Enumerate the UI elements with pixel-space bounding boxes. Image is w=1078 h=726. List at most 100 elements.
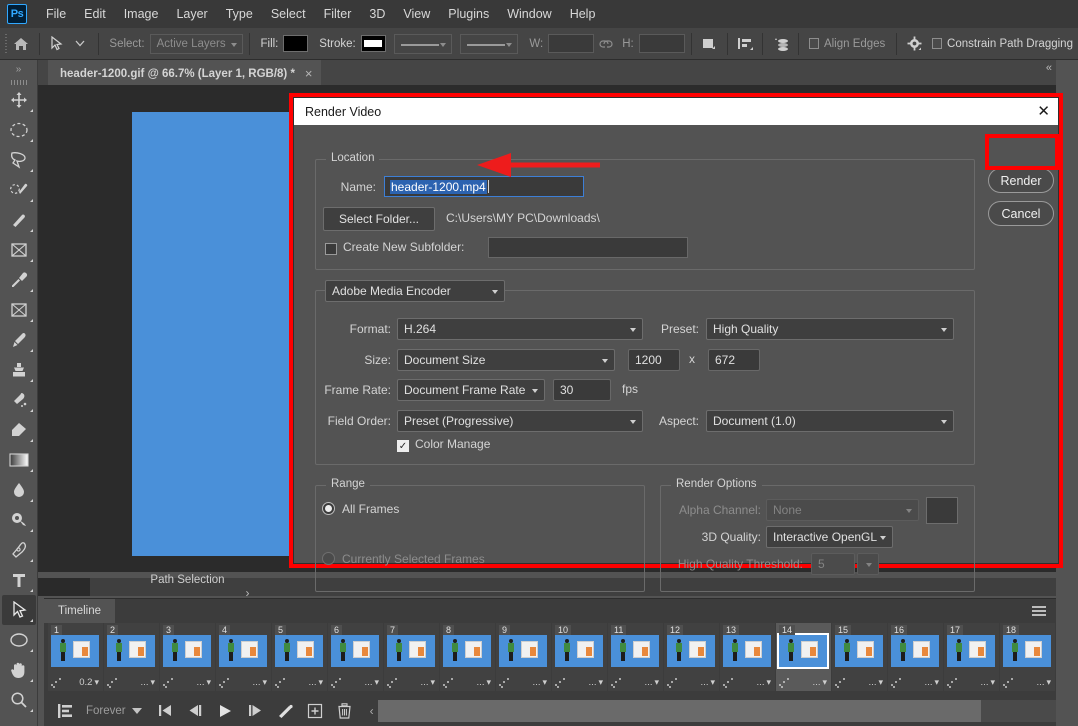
frame-thumbnail[interactable]	[51, 635, 99, 667]
frame-thumbnail[interactable]	[947, 635, 995, 667]
blur-droplet-icon[interactable]	[2, 475, 36, 505]
timeline-frame[interactable]: 16...▾	[888, 623, 943, 691]
loop-option-value[interactable]: Forever	[80, 705, 132, 717]
tab-timeline[interactable]: Timeline	[44, 599, 115, 623]
frame-delay[interactable]: ...▾	[197, 677, 211, 688]
close-icon[interactable]: ✕	[1037, 104, 1050, 119]
history-brush-icon[interactable]	[2, 385, 36, 415]
menu-image[interactable]: Image	[115, 3, 168, 25]
move-tool[interactable]	[2, 85, 36, 115]
brush-icon[interactable]	[2, 325, 36, 355]
frame-thumbnail[interactable]	[1003, 635, 1051, 667]
chevron-down-icon[interactable]: ▾	[822, 677, 827, 688]
path-arrangement-icon[interactable]	[769, 32, 792, 56]
elliptical-marquee-icon[interactable]	[2, 115, 36, 145]
frame-delay[interactable]: ...▾	[533, 677, 547, 688]
timeline-frame[interactable]: 13...▾	[720, 623, 775, 691]
select-first-frame-icon[interactable]	[150, 699, 180, 723]
frame-delay[interactable]: ...▾	[813, 677, 827, 688]
close-icon[interactable]: ×	[305, 66, 313, 81]
menu-plugins[interactable]: Plugins	[439, 3, 498, 25]
tween-icon[interactable]	[270, 699, 300, 723]
tool-preset-chevron-icon[interactable]	[69, 32, 92, 56]
frame-thumbnail[interactable]	[555, 635, 603, 667]
dodge-icon[interactable]	[2, 505, 36, 535]
aspect-dropdown[interactable]: Document (1.0)	[706, 410, 954, 432]
frame-thumbnail[interactable]	[779, 635, 827, 667]
timeline-frame[interactable]: 11...▾	[608, 623, 663, 691]
high-quality-threshold-stepper[interactable]	[857, 553, 879, 575]
path-alignment-icon[interactable]	[733, 32, 756, 56]
timeline-frame[interactable]: 10.2▾	[48, 623, 103, 691]
panel-menu-icon[interactable]	[1032, 606, 1046, 618]
timeline-frame[interactable]: 3...▾	[160, 623, 215, 691]
gear-icon[interactable]	[903, 32, 926, 56]
format-dropdown[interactable]: H.264	[397, 318, 643, 340]
crop-icon[interactable]	[2, 235, 36, 265]
chevron-down-icon[interactable]: ▾	[1046, 677, 1051, 688]
frame-thumbnail[interactable]	[163, 635, 211, 667]
width-input[interactable]	[548, 34, 594, 53]
frame-thumbnail[interactable]	[667, 635, 715, 667]
create-new-subfolder-checkbox[interactable]	[325, 243, 337, 255]
select-folder-button[interactable]: Select Folder...	[323, 207, 435, 231]
menu-help[interactable]: Help	[561, 3, 605, 25]
frame-delay[interactable]: 0.2▾	[79, 677, 99, 688]
menu-select[interactable]: Select	[262, 3, 315, 25]
select-next-frame-icon[interactable]	[240, 699, 270, 723]
gradient-icon[interactable]	[2, 445, 36, 475]
menu-window[interactable]: Window	[498, 3, 560, 25]
menu-type[interactable]: Type	[217, 3, 262, 25]
object-selection-icon[interactable]	[2, 175, 36, 205]
ellipse-shape-icon[interactable]	[2, 625, 36, 655]
high-quality-threshold-input[interactable]: 5	[811, 553, 855, 575]
menu-file[interactable]: File	[37, 3, 75, 25]
path-operations-icon[interactable]	[698, 32, 721, 56]
timeline-frame[interactable]: 2...▾	[104, 623, 159, 691]
chevron-down-icon[interactable]: ▾	[94, 677, 99, 688]
alpha-matte-color-swatch[interactable]	[926, 497, 958, 524]
frame-thumbnail[interactable]	[331, 635, 379, 667]
cancel-button[interactable]: Cancel	[988, 201, 1054, 226]
name-input[interactable]: header-1200.mp4	[384, 176, 584, 197]
frame-delay[interactable]: ...▾	[253, 677, 267, 688]
frame-delay[interactable]: ...▾	[365, 677, 379, 688]
chevron-down-icon[interactable]: ▾	[542, 677, 547, 688]
frame-thumbnail[interactable]	[835, 635, 883, 667]
color-manage-checkbox[interactable]: ✓	[397, 440, 409, 452]
chevron-down-icon[interactable]: ▾	[262, 677, 267, 688]
timeline-frame[interactable]: 7...▾	[384, 623, 439, 691]
select-dropdown[interactable]: Active Layers	[150, 34, 243, 54]
stroke-style-dropdown[interactable]	[460, 34, 518, 54]
frame-icon[interactable]	[2, 295, 36, 325]
quick-selection-icon[interactable]	[2, 205, 36, 235]
frame-delay[interactable]: ...▾	[589, 677, 603, 688]
path-selection-icon[interactable]	[46, 32, 69, 56]
3d-quality-dropdown[interactable]: Interactive OpenGL	[766, 526, 893, 548]
subfolder-input[interactable]	[488, 237, 688, 258]
timeline-scrollbar[interactable]: ‹	[366, 694, 1056, 726]
scrollbar-track[interactable]	[378, 700, 1056, 722]
menu-view[interactable]: View	[394, 3, 439, 25]
chevron-down-icon[interactable]: ▾	[486, 677, 491, 688]
play-icon[interactable]	[210, 699, 240, 723]
frame-delay[interactable]: ...▾	[309, 677, 323, 688]
scrollbar-thumb[interactable]	[378, 700, 981, 722]
frame-thumbnail[interactable]	[443, 635, 491, 667]
frame-thumbnail[interactable]	[499, 635, 547, 667]
eraser-icon[interactable]	[2, 415, 36, 445]
timeline-frame[interactable]: 8...▾	[440, 623, 495, 691]
field-order-dropdown[interactable]: Preset (Progressive)	[397, 410, 643, 432]
timeline-frame[interactable]: 17...▾	[944, 623, 999, 691]
frame-delay[interactable]: ...▾	[477, 677, 491, 688]
document-tab[interactable]: header-1200.gif @ 66.7% (Layer 1, RGB/8)…	[48, 60, 321, 85]
ellipsis-icon[interactable]	[2, 715, 36, 726]
frame-delay[interactable]: ...▾	[701, 677, 715, 688]
frame-thumbnail[interactable]	[387, 635, 435, 667]
timeline-frame[interactable]: 9...▾	[496, 623, 551, 691]
height-input[interactable]	[639, 34, 685, 53]
frame-delay[interactable]: ...▾	[1037, 677, 1051, 688]
menu-edit[interactable]: Edit	[75, 3, 115, 25]
chevron-down-icon[interactable]: ▾	[878, 677, 883, 688]
menu-3d[interactable]: 3D	[360, 3, 394, 25]
